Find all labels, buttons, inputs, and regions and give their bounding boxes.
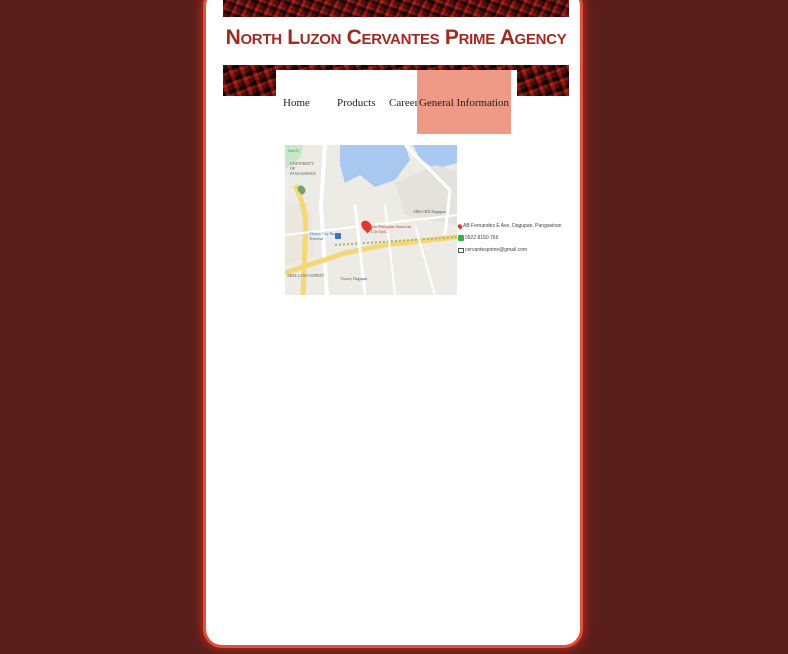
map-label-abs: ABS-CBN Dagupan xyxy=(413,209,446,214)
map-label-university: UNIVERSITY OF PANGASINAN xyxy=(290,161,316,176)
bus-icon xyxy=(335,233,341,239)
main-nav: Home Products Career General Information xyxy=(276,70,517,134)
header-banner-top xyxy=(223,0,569,17)
nav-career[interactable]: Career xyxy=(389,70,418,134)
map-label-street: ARELLANO STREET xyxy=(287,273,325,278)
map-label-business: The Philippine American Life And... xyxy=(371,224,412,234)
mail-icon xyxy=(458,247,464,253)
nav-home[interactable]: Home xyxy=(283,70,310,134)
address-text: AB Fernandez E Ave, Dagupan, Pangasinan xyxy=(463,223,562,229)
phone-icon xyxy=(458,235,464,241)
phone-text: 0922 8160 766 xyxy=(465,235,499,241)
site-title: North Luzon Cervantes Prime Agency xyxy=(225,26,567,49)
nav-products[interactable]: Products xyxy=(337,70,376,134)
location-map[interactable]: hmk33 UNIVERSITY OF PANGASINAN Alonzo Ci… xyxy=(285,145,457,295)
contact-phone: 0922 8160 766 xyxy=(458,235,498,241)
map-label-victory: Victory Dagupan xyxy=(340,276,368,281)
map-corner-label: hmk33 xyxy=(288,148,300,153)
email-text[interactable]: cervantesprime@gmail.com xyxy=(465,247,527,253)
nav-general-information[interactable]: General Information xyxy=(417,70,511,134)
contact-email: cervantesprime@gmail.com xyxy=(458,247,527,253)
contact-address: AB Fernandez E Ave, Dagupan, Pangasinan xyxy=(456,222,562,230)
